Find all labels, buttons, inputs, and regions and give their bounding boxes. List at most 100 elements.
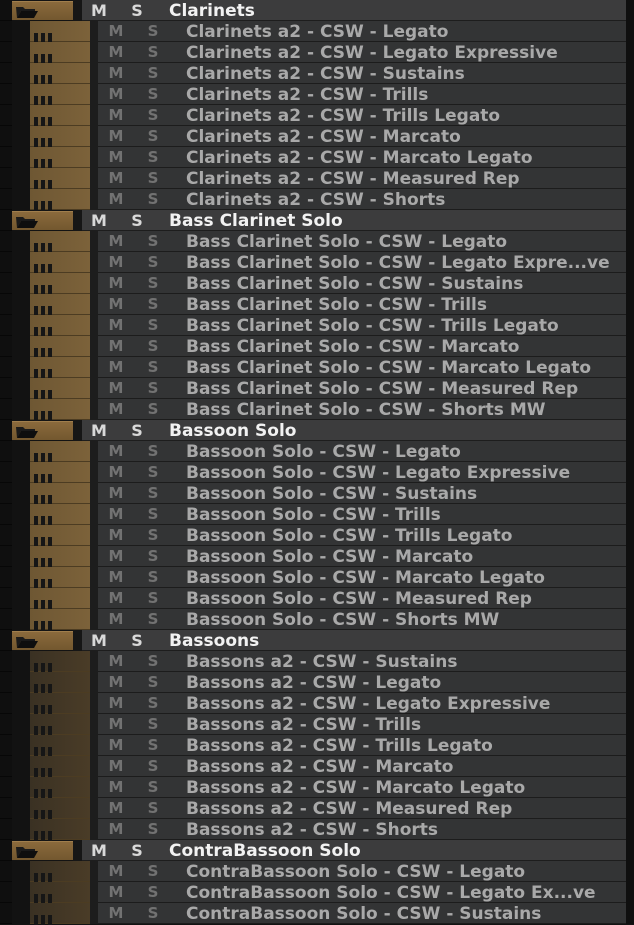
solo-button[interactable]: S [124, 211, 150, 230]
mute-button[interactable]: M [104, 568, 128, 587]
track-name[interactable]: Bassons a2 - CSW - Legato [186, 672, 441, 693]
track-row[interactable]: M S ContraBassoon Solo - CSW - Legato [0, 861, 634, 883]
solo-button[interactable]: S [141, 610, 165, 629]
mute-button[interactable]: M [104, 295, 128, 314]
track-name[interactable]: Bassons a2 - CSW - Trills Legato [186, 735, 493, 756]
solo-button[interactable]: S [141, 358, 165, 377]
track-color-strip[interactable] [30, 546, 90, 568]
solo-button[interactable]: S [141, 904, 165, 923]
folder-toggle-button[interactable] [12, 1, 73, 20]
track-name[interactable]: Bassoon Solo - CSW - Shorts MW [186, 609, 499, 630]
track-name[interactable]: Bass Clarinet Solo - CSW - Sustains [186, 273, 523, 294]
track-color-strip[interactable] [30, 693, 90, 715]
track-row[interactable]: M S Bassoon Solo - CSW - Trills [0, 504, 634, 526]
track-row[interactable]: M S Clarinets a2 - CSW - Legato [0, 21, 634, 43]
track-name[interactable]: ContraBassoon Solo - CSW - Legato Ex...v… [186, 882, 596, 903]
mute-button[interactable]: M [104, 106, 128, 125]
track-row[interactable]: M S Clarinets a2 - CSW - Marcato Legato [0, 147, 634, 169]
track-color-strip[interactable] [30, 777, 90, 799]
solo-button[interactable]: S [124, 631, 150, 650]
mute-button[interactable]: M [104, 904, 128, 923]
track-color-strip[interactable] [30, 504, 90, 526]
solo-button[interactable]: S [141, 883, 165, 902]
track-row[interactable]: M S Bassons a2 - CSW - Legato [0, 672, 634, 694]
track-name[interactable]: Bass Clarinet Solo - CSW - Marcato Legat… [186, 357, 591, 378]
track-color-strip[interactable] [30, 903, 90, 925]
track-color-strip[interactable] [30, 798, 90, 820]
mute-button[interactable]: M [104, 148, 128, 167]
mute-button[interactable]: M [104, 316, 128, 335]
track-name[interactable]: Clarinets a2 - CSW - Trills Legato [186, 105, 500, 126]
mute-button[interactable]: M [104, 127, 128, 146]
track-row[interactable]: M S Bassons a2 - CSW - Shorts [0, 819, 634, 841]
solo-button[interactable]: S [141, 589, 165, 608]
track-name[interactable]: Bass Clarinet Solo - CSW - Shorts MW [186, 399, 546, 420]
track-color-strip[interactable] [30, 882, 90, 904]
track-color-strip[interactable] [30, 672, 90, 694]
mute-button[interactable]: M [104, 589, 128, 608]
track-color-strip[interactable] [30, 42, 90, 64]
solo-button[interactable]: S [141, 106, 165, 125]
solo-button[interactable]: S [141, 253, 165, 272]
track-name[interactable]: Bass Clarinet Solo - CSW - Legato Expre.… [186, 252, 610, 273]
track-row[interactable]: M S ContraBassoon Solo - CSW - Legato Ex..… [0, 882, 634, 904]
track-name[interactable]: Bassoon Solo - CSW - Sustains [186, 483, 477, 504]
track-row[interactable]: M S Bass Clarinet Solo - CSW - Measured Re… [0, 378, 634, 400]
mute-button[interactable]: M [104, 673, 128, 692]
track-row[interactable]: M S Bassoon Solo - CSW - Measured Rep [0, 588, 634, 610]
track-name[interactable]: Bass Clarinet Solo - CSW - Legato [186, 231, 507, 252]
folder-track-row[interactable]: M S ContraBassoon Solo [0, 840, 634, 861]
mute-button[interactable]: M [104, 274, 128, 293]
solo-button[interactable]: S [141, 652, 165, 671]
solo-button[interactable]: S [141, 694, 165, 713]
track-name[interactable]: Bassoon Solo - CSW - Marcato Legato [186, 567, 545, 588]
track-color-strip[interactable] [30, 336, 90, 358]
solo-button[interactable]: S [124, 841, 150, 860]
track-color-strip[interactable] [30, 231, 90, 253]
track-row[interactable]: M S Clarinets a2 - CSW - Trills [0, 84, 634, 106]
mute-button[interactable]: M [104, 778, 128, 797]
solo-button[interactable]: S [141, 169, 165, 188]
solo-button[interactable]: S [141, 463, 165, 482]
mute-button[interactable]: M [104, 652, 128, 671]
track-row[interactable]: M S Bassoon Solo - CSW - Legato Expressive [0, 462, 634, 484]
mute-button[interactable]: M [104, 232, 128, 251]
track-row[interactable]: M S Bass Clarinet Solo - CSW - Legato [0, 231, 634, 253]
solo-button[interactable]: S [141, 757, 165, 776]
track-color-strip[interactable] [30, 105, 90, 127]
track-color-strip[interactable] [30, 567, 90, 589]
folder-name[interactable]: Bassoons [169, 630, 259, 651]
track-row[interactable]: M S Bass Clarinet Solo - CSW - Shorts MW [0, 399, 634, 421]
mute-button[interactable]: M [104, 400, 128, 419]
folder-track-row[interactable]: M S Bassoons [0, 630, 634, 651]
solo-button[interactable]: S [141, 862, 165, 881]
track-row[interactable]: M S Bass Clarinet Solo - CSW - Marcato [0, 336, 634, 358]
solo-button[interactable]: S [141, 484, 165, 503]
track-name[interactable]: Bassoon Solo - CSW - Trills Legato [186, 525, 513, 546]
solo-button[interactable]: S [141, 85, 165, 104]
mute-button[interactable]: M [104, 85, 128, 104]
track-color-strip[interactable] [30, 378, 90, 400]
track-name[interactable]: Bassons a2 - CSW - Shorts [186, 819, 438, 840]
solo-button[interactable]: S [141, 274, 165, 293]
track-name[interactable]: Clarinets a2 - CSW - Trills [186, 84, 428, 105]
mute-button[interactable]: M [104, 862, 128, 881]
solo-button[interactable]: S [141, 778, 165, 797]
track-color-strip[interactable] [30, 441, 90, 463]
solo-button[interactable]: S [141, 64, 165, 83]
mute-button[interactable]: M [104, 505, 128, 524]
track-color-strip[interactable] [30, 273, 90, 295]
solo-button[interactable]: S [141, 442, 165, 461]
track-name[interactable]: ContraBassoon Solo - CSW - Legato [186, 861, 525, 882]
track-name[interactable]: Clarinets a2 - CSW - Marcato [186, 126, 461, 147]
mute-button[interactable]: M [104, 442, 128, 461]
track-name[interactable]: Clarinets a2 - CSW - Legato Expressive [186, 42, 558, 63]
track-color-strip[interactable] [30, 525, 90, 547]
track-row[interactable]: M S Bassoon Solo - CSW - Marcato Legato [0, 567, 634, 589]
track-name[interactable]: Bass Clarinet Solo - CSW - Trills Legato [186, 315, 559, 336]
track-name[interactable]: Bassons a2 - CSW - Marcato [186, 756, 453, 777]
solo-button[interactable]: S [141, 673, 165, 692]
folder-track-row[interactable]: M S Bassoon Solo [0, 420, 634, 441]
mute-button[interactable]: M [86, 841, 112, 860]
track-name[interactable]: Clarinets a2 - CSW - Measured Rep [186, 168, 520, 189]
